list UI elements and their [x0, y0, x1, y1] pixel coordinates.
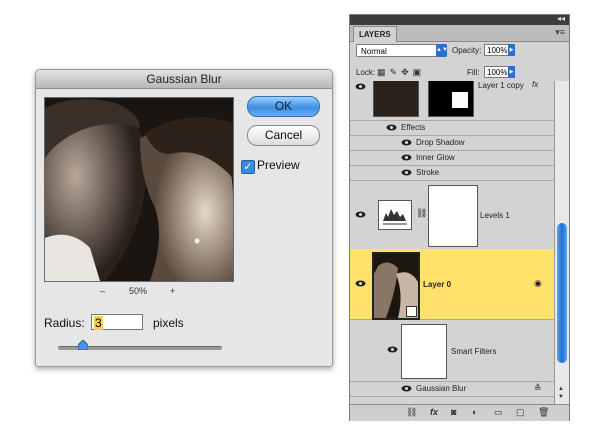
lock-all-icon[interactable]: ▣: [413, 67, 426, 77]
effects-row[interactable]: Effects: [350, 120, 554, 136]
lock-move-icon[interactable]: ✥: [401, 67, 413, 77]
layers-bottom-toolbar: ⛓ fx ◙ ◐ ▭ ▢ 🗑: [350, 404, 569, 421]
gaussian-blur-dialog: Gaussian Blur – 50% + OK Cancel ✓ Previe…: [35, 69, 333, 367]
eye-icon[interactable]: [355, 280, 366, 287]
ok-button[interactable]: OK: [247, 96, 320, 117]
effect-row[interactable]: Inner Glow: [350, 150, 554, 166]
preview-label: Preview: [257, 158, 300, 172]
scrollbar-thumb[interactable]: [557, 223, 567, 363]
filter-row[interactable]: Gaussian Blur ≚: [350, 381, 554, 397]
layers-scrollbar[interactable]: ▲ ▼: [554, 81, 569, 404]
layer-row[interactable]: ⛓ Levels 1: [350, 180, 554, 250]
levels-adjustment-icon: [378, 200, 412, 230]
radius-units: pixels: [153, 316, 184, 330]
fx-menu-icon[interactable]: fx: [430, 407, 438, 417]
new-layer-icon[interactable]: ▢: [516, 407, 525, 418]
eye-icon[interactable]: [401, 169, 412, 176]
fill-input[interactable]: 100% ▶: [484, 66, 515, 78]
radius-slider-thumb[interactable]: [77, 340, 88, 350]
opacity-value: 100%: [487, 46, 508, 55]
smart-filter-badge-icon[interactable]: ◉: [534, 278, 542, 289]
blending-options-icon[interactable]: ≚: [534, 383, 542, 394]
effects-label: Effects: [401, 123, 426, 132]
eye-icon[interactable]: [401, 154, 412, 161]
effect-name: Drop Shadow: [416, 138, 465, 147]
layer-mask-thumbnail: [428, 185, 478, 247]
opacity-label: Opacity:: [452, 46, 482, 55]
panel-menu-icon[interactable]: ▾≡: [555, 27, 565, 38]
opacity-input[interactable]: 100% ▶: [484, 44, 515, 56]
blend-mode-select[interactable]: Normal ▲▼: [356, 44, 448, 57]
filter-name: Gaussian Blur: [416, 384, 467, 393]
layer-name: Levels 1: [480, 211, 510, 220]
layers-panel: ◂◂ LAYERS ▾≡ Normal ▲▼ Opacity: 100% ▶ L…: [349, 14, 570, 421]
layers-list: Layer 1 copy fx Effects Drop Shadow Inne…: [350, 81, 554, 404]
radius-input[interactable]: 3: [91, 314, 143, 330]
fill-label: Fill:: [467, 68, 480, 77]
lock-transparent-icon[interactable]: ▦: [377, 67, 390, 77]
zoom-out-button[interactable]: –: [100, 286, 105, 296]
collapse-icon[interactable]: ◂◂: [557, 14, 565, 23]
add-mask-icon[interactable]: ◙: [451, 407, 456, 417]
blur-preview-image[interactable]: [44, 97, 234, 282]
eye-icon[interactable]: [401, 385, 412, 392]
link-layers-icon[interactable]: ⛓: [406, 407, 417, 418]
eye-icon[interactable]: [355, 83, 366, 90]
panel-tab-row: LAYERS ▾≡: [350, 25, 569, 42]
chevron-right-icon[interactable]: ▶: [508, 66, 515, 78]
chain-link-icon[interactable]: ⛓: [416, 208, 427, 219]
fill-value: 100%: [487, 68, 508, 77]
tab-layers[interactable]: LAYERS: [353, 26, 397, 42]
zoom-level: 50%: [129, 286, 148, 296]
smart-filters-row[interactable]: Smart Filters: [350, 319, 554, 382]
filter-mask-thumbnail: [401, 324, 447, 379]
panel-header-bar: ◂◂: [350, 14, 569, 25]
layer-thumbnail: [373, 81, 419, 117]
trash-icon[interactable]: 🗑: [538, 407, 549, 418]
layer-name: Layer 0: [423, 280, 452, 289]
eye-icon[interactable]: [386, 124, 397, 131]
adjustment-layer-icon[interactable]: ◐: [472, 407, 477, 417]
scroll-down-icon[interactable]: ▼: [558, 394, 564, 400]
smart-object-icon: [406, 306, 417, 317]
lock-label: Lock:: [356, 68, 376, 77]
layer-thumbnail: [372, 252, 420, 320]
lock-brush-icon[interactable]: ✎: [390, 67, 402, 77]
cancel-button[interactable]: Cancel: [247, 125, 320, 146]
effect-row[interactable]: Drop Shadow: [350, 135, 554, 151]
new-group-icon[interactable]: ▭: [494, 407, 503, 418]
zoom-in-button[interactable]: +: [170, 286, 175, 296]
radius-value: 3: [94, 316, 103, 330]
smart-filters-label: Smart Filters: [451, 347, 497, 356]
layer-mask-thumbnail: [428, 81, 474, 117]
radius-label: Radius:: [44, 316, 85, 330]
layer-row[interactable]: Layer 1 copy fx: [350, 81, 554, 121]
effect-row[interactable]: Stroke: [350, 165, 554, 181]
effect-name: Stroke: [416, 168, 440, 177]
fx-icon[interactable]: fx: [532, 81, 538, 89]
chevron-right-icon[interactable]: ▶: [508, 44, 515, 56]
chevron-updown-icon: ▲▼: [436, 44, 448, 57]
lock-icons: ▦✎✥▣: [377, 67, 425, 78]
dialog-title: Gaussian Blur: [36, 70, 332, 89]
eye-icon[interactable]: [401, 139, 412, 146]
eye-icon[interactable]: [355, 211, 366, 218]
scroll-up-icon[interactable]: ▲: [558, 386, 564, 392]
layer-name: Layer 1 copy: [478, 81, 524, 90]
layer-row-selected[interactable]: Layer 0 ◉: [350, 249, 554, 320]
blend-mode-value: Normal: [361, 47, 387, 56]
preview-checkbox[interactable]: ✓: [241, 160, 255, 174]
eye-icon[interactable]: [387, 346, 398, 353]
effect-name: Inner Glow: [416, 153, 455, 162]
